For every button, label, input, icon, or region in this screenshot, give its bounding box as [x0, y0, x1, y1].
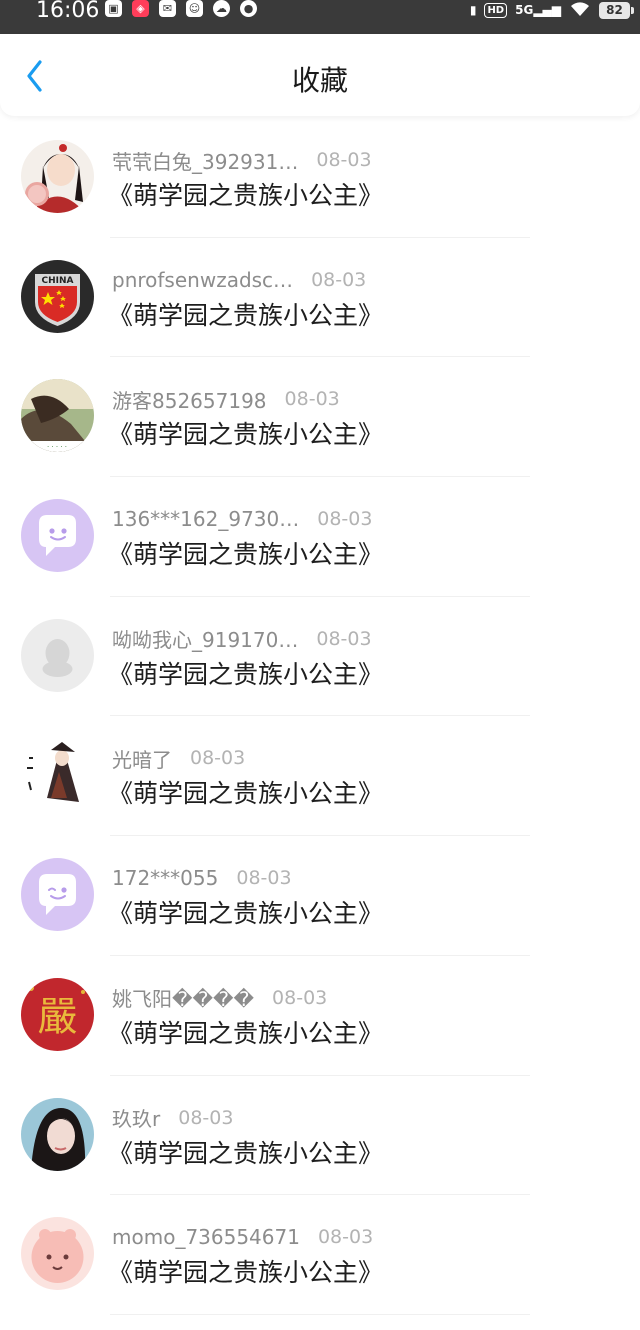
- username[interactable]: 光暗了: [112, 744, 172, 773]
- item-meta: 玖玖r 08-03: [112, 1104, 233, 1132]
- header-bar: 收藏: [0, 34, 640, 116]
- book-title[interactable]: 《萌学园之贵族小公主》: [108, 296, 383, 332]
- date: 08-03: [236, 867, 292, 890]
- avatar[interactable]: · · · · ·: [21, 379, 94, 453]
- network-label: 5G: [515, 3, 534, 17]
- date: 08-03: [178, 1106, 234, 1129]
- username[interactable]: momo_736554671: [112, 1225, 300, 1249]
- item-meta: 游客852657198 08-03: [112, 385, 340, 413]
- book-title[interactable]: 《萌学园之贵族小公主》: [108, 894, 383, 930]
- list-item[interactable]: 嚴 姚飞阳���� 08-03 《萌学园之贵族小公主》: [0, 956, 640, 1076]
- username[interactable]: 游客852657198: [112, 385, 267, 414]
- book-title[interactable]: 《萌学园之贵族小公主》: [108, 774, 383, 810]
- date: 08-03: [316, 627, 372, 650]
- list-item[interactable]: 136***162_9730… 08-03 《萌学园之贵族小公主》: [0, 477, 640, 597]
- app-notification-icon: ☺: [186, 0, 203, 17]
- date: 08-03: [316, 149, 372, 171]
- status-app-icons: ▣ ◈ ✉ ☺ ☁ ●: [105, 0, 257, 20]
- item-meta: 光暗了 08-03: [112, 744, 245, 772]
- username[interactable]: 136***162_9730…: [112, 507, 299, 531]
- list-item[interactable]: 玖玖r 08-03 《萌学园之贵族小公主》: [0, 1076, 640, 1196]
- cloud-icon: ☁: [213, 0, 230, 17]
- status-time: 16:06: [36, 0, 100, 23]
- app-notification-icon: ▣: [105, 0, 122, 17]
- date: 08-03: [272, 986, 328, 1009]
- svg-text:· · · · ·: · · · · ·: [47, 443, 67, 451]
- battery-icon: 82: [599, 1, 634, 19]
- username[interactable]: 呦呦我心_919170…: [112, 624, 298, 653]
- list-item[interactable]: 172***055 08-03 《萌学园之贵族小公主》: [0, 836, 640, 956]
- date: 08-03: [317, 1226, 374, 1249]
- avatar[interactable]: [21, 499, 94, 573]
- date: 08-03: [311, 268, 367, 291]
- list-item[interactable]: · · · · · 游客852657198 08-03 《萌学园之贵族小公主》: [0, 357, 640, 477]
- vibrate-icon: ▮: [469, 3, 477, 17]
- item-meta: 136***162_9730… 08-03: [112, 505, 372, 533]
- book-title[interactable]: 《萌学园之贵族小公主》: [108, 415, 383, 451]
- item-meta: 姚飞阳���� 08-03: [112, 984, 327, 1012]
- avatar[interactable]: [21, 140, 94, 213]
- avatar[interactable]: [21, 1217, 94, 1291]
- list-item[interactable]: CHINA pnrofsenwzadsc… 08-03 《萌学园之贵族小公主》: [0, 238, 640, 358]
- item-meta: 茕茕白兔_392931… 08-03: [112, 146, 372, 174]
- wifi-icon: [569, 1, 591, 20]
- favorites-list: 茕茕白兔_392931… 08-03 《萌学园之贵族小公主》 CHINA pnr…: [0, 118, 640, 1315]
- status-bar: 16:06 ▣ ◈ ✉ ☺ ☁ ● ▮ HD 5G▂▄▆ 82: [0, 0, 640, 34]
- book-title[interactable]: 《萌学园之贵族小公主》: [108, 1014, 383, 1050]
- list-item[interactable]: 呦呦我心_919170… 08-03 《萌学园之贵族小公主》: [0, 597, 640, 717]
- date: 08-03: [190, 747, 246, 770]
- chat-icon: ●: [240, 0, 257, 17]
- date: 08-03: [284, 388, 340, 411]
- china-badge-text: CHINA: [42, 276, 74, 286]
- item-meta: 172***055 08-03: [112, 864, 292, 892]
- book-title[interactable]: 《萌学园之贵族小公主》: [108, 535, 383, 571]
- date: 08-03: [317, 508, 373, 531]
- username[interactable]: 玖玖r: [112, 1103, 160, 1132]
- list-item[interactable]: 光暗了 08-03 《萌学园之贵族小公主》: [0, 716, 640, 836]
- book-title[interactable]: 《萌学园之贵族小公主》: [108, 176, 383, 212]
- item-meta: 呦呦我心_919170… 08-03: [112, 625, 372, 653]
- avatar[interactable]: 嚴: [21, 977, 94, 1051]
- avatar[interactable]: CHINA: [21, 259, 94, 333]
- list-item[interactable]: 茕茕白兔_392931… 08-03 《萌学园之贵族小公主》: [0, 118, 640, 238]
- item-meta: momo_736554671 08-03: [112, 1223, 373, 1251]
- book-title[interactable]: 《萌学园之贵族小公主》: [108, 1253, 383, 1289]
- avatar[interactable]: [21, 738, 94, 812]
- book-title[interactable]: 《萌学园之贵族小公主》: [108, 655, 383, 691]
- username[interactable]: 172***055: [112, 866, 218, 890]
- item-meta: pnrofsenwzadsc… 08-03: [112, 266, 366, 294]
- username[interactable]: pnrofsenwzadsc…: [112, 268, 293, 292]
- avatar[interactable]: [21, 858, 94, 932]
- signal-icon: 5G▂▄▆: [515, 3, 561, 17]
- app-notification-icon: ◈: [132, 0, 149, 17]
- list-item[interactable]: momo_736554671 08-03 《萌学园之贵族小公主》: [0, 1195, 640, 1315]
- red-char-text: 嚴: [38, 994, 78, 1040]
- status-indicators: ▮ HD 5G▂▄▆ 82: [469, 0, 634, 20]
- avatar[interactable]: [21, 1097, 94, 1171]
- page-title: 收藏: [291, 64, 348, 97]
- book-title[interactable]: 《萌学园之贵族小公主》: [108, 1134, 383, 1170]
- avatar[interactable]: [21, 618, 94, 692]
- mail-icon: ✉: [159, 0, 176, 17]
- username[interactable]: 茕茕白兔_392931…: [112, 146, 298, 175]
- username[interactable]: 姚飞阳����: [112, 983, 254, 1012]
- hd-badge: HD: [484, 2, 508, 18]
